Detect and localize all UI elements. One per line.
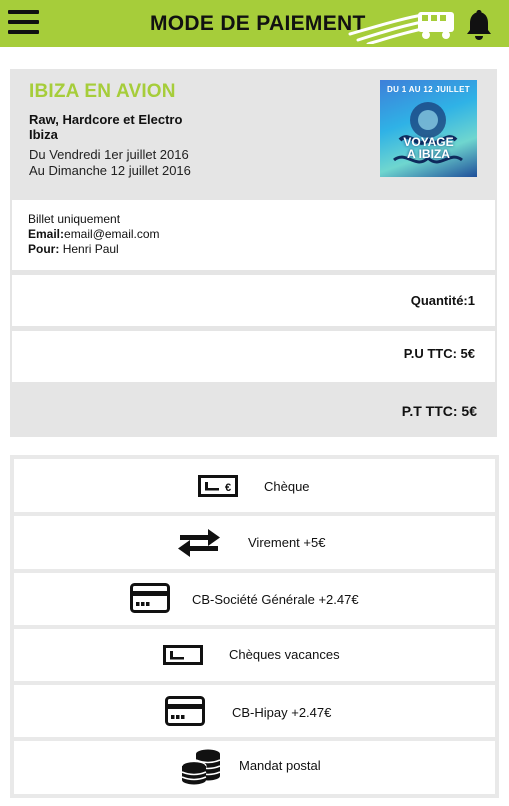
- event-poster-image: DU 1 AU 12 JUILLET VOYAGE A IBIZA: [380, 80, 477, 177]
- quantity-row: Quantité:1: [12, 275, 495, 326]
- payment-methods-list: € Chèque Virement +5€ CB-Société Général…: [10, 455, 499, 798]
- cheque-icon: €: [198, 475, 238, 497]
- bell-icon[interactable]: [465, 8, 493, 40]
- transfer-arrows-icon: [178, 529, 220, 557]
- ticket-info: Billet uniquement Email:email@email.com …: [12, 200, 495, 270]
- payment-label: CB-Hipay +2.47€: [232, 705, 332, 720]
- email-label: Email:: [28, 227, 65, 241]
- event-title: IBIZA EN AVION: [29, 81, 176, 102]
- event-genre-text: Raw, Hardcore et Electro: [29, 112, 183, 127]
- page-title: MODE DE PAIEMENT: [150, 12, 366, 35]
- for-label: Pour:: [28, 242, 60, 256]
- unit-price-text: P.U TTC: 5€: [403, 346, 475, 361]
- event-header: IBIZA EN AVION Raw, Hardcore et Electro …: [10, 69, 497, 196]
- event-dates: Du Vendredi 1er juillet 2016 Au Dimanche…: [29, 147, 191, 179]
- coins-stack-icon: [181, 749, 221, 785]
- payment-label: Chèque: [264, 479, 310, 494]
- event-genre: Raw, Hardcore et Electro Ibiza: [29, 112, 229, 142]
- payment-label: CB-Société Générale +2.47€: [192, 592, 359, 607]
- ticket-for: Pour: Henri Paul: [28, 242, 479, 257]
- top-bar: MODE DE PAIEMENT: [0, 0, 509, 47]
- hamburger-menu-icon[interactable]: [8, 10, 39, 35]
- poster-title-line2: A IBIZA: [407, 147, 450, 161]
- total-price-text: P.T TTC: 5€: [401, 403, 477, 419]
- bus-logo-icon: [348, 12, 454, 44]
- event-date-start: Du Vendredi 1er juillet 2016: [29, 147, 189, 162]
- email-value: email@email.com: [64, 227, 160, 241]
- cheque-vacances-icon: [163, 645, 203, 665]
- event-location: Ibiza: [29, 127, 58, 142]
- payment-option-cb-societe-generale[interactable]: CB-Société Générale +2.47€: [14, 573, 495, 625]
- payment-option-cheques-vacances[interactable]: Chèques vacances: [14, 629, 495, 681]
- event-date-end: Au Dimanche 12 juillet 2016: [29, 163, 191, 178]
- payment-label: Chèques vacances: [229, 647, 340, 662]
- payment-option-cheque[interactable]: € Chèque: [14, 459, 495, 512]
- event-card: IBIZA EN AVION Raw, Hardcore et Electro …: [10, 69, 497, 437]
- ticket-type: Billet uniquement: [28, 212, 121, 226]
- payment-option-cb-hipay[interactable]: CB-Hipay +2.47€: [14, 685, 495, 737]
- credit-card-icon: [165, 696, 205, 726]
- for-value: Henri Paul: [62, 242, 119, 256]
- payment-option-virement[interactable]: Virement +5€: [14, 516, 495, 569]
- svg-text:€: €: [225, 482, 231, 494]
- unit-price-row: P.U TTC: 5€: [12, 331, 495, 382]
- poster-dates: DU 1 AU 12 JUILLET: [387, 85, 470, 94]
- payment-label: Virement +5€: [248, 535, 326, 550]
- poster-art: [393, 102, 463, 164]
- credit-card-icon: [130, 583, 170, 613]
- quantity-text: Quantité:1: [410, 293, 475, 308]
- ticket-email: Email:email@email.com: [28, 227, 479, 242]
- payment-option-mandat-postal[interactable]: Mandat postal: [14, 741, 495, 794]
- payment-label: Mandat postal: [239, 758, 321, 773]
- poster-title: VOYAGE A IBIZA: [380, 136, 477, 160]
